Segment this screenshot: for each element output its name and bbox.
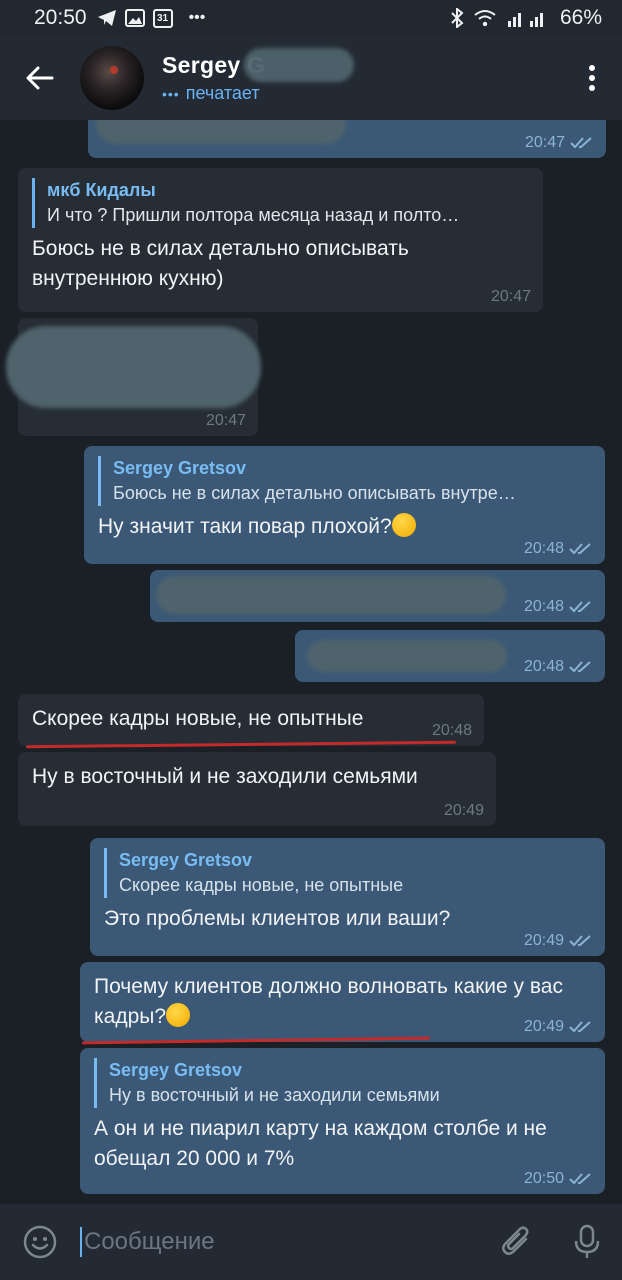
microphone-button[interactable] [552,1224,622,1260]
message-outgoing[interactable]: Sergey Gretsov Ну в восточный и не заход… [80,1048,605,1194]
double-check-icon [569,661,591,673]
double-check-icon [569,1021,591,1033]
redacted-blur [96,120,346,144]
reply-quote[interactable]: мкб Кидалы И что ? Пришли полтора месяца… [32,178,529,228]
reply-author: Sergey Gretsov [109,1060,243,1080]
attach-button[interactable] [482,1225,552,1259]
arrow-left-icon [26,66,54,90]
typing-dots-icon: ••• [162,85,180,102]
telegram-icon [97,10,116,26]
reply-quote[interactable]: Sergey Gretsov Ну в восточный и не заход… [94,1058,591,1108]
typing-status: ••• печатает [162,83,265,104]
message-outgoing[interactable]: 20:47 [88,120,606,158]
contact-name: Sergey G [162,48,354,82]
message-list[interactable]: 20:47 мкб Кидалы И что ? Пришли полтора … [0,120,622,1204]
message-time: 20:47 [490,288,531,305]
system-icons: 66% [450,6,602,30]
message-input[interactable]: Сообщение [80,1227,482,1257]
message-outgoing[interactable]: Sergey Gretsov Скорее кадры новые, не оп… [90,838,605,956]
message-time: 20:48 [523,540,564,557]
text-caret [80,1227,82,1257]
thinking-face-emoji [166,1003,191,1027]
message-time: 20:49 [523,1018,564,1035]
reply-text: И что ? Пришли полтора месяца назад и по… [47,205,460,225]
microphone-icon [574,1224,600,1258]
wifi-icon [474,10,496,27]
vertical-dots-icon [589,65,595,91]
battery-level: 66% [559,6,602,29]
bluetooth-icon [451,8,464,28]
calendar-icon: 31 [152,8,173,28]
more-dots-icon: ••• [188,9,206,26]
status-bar: 20:50 31 ••• 66% [0,0,622,36]
message-incoming[interactable]: мкб Кидалы И что ? Пришли полтора месяца… [18,168,543,312]
message-text: Ну в восточный и не заходили семьями [32,765,418,788]
message-time: 20:50 [523,1170,564,1187]
redacted-blur [6,326,261,408]
message-time: 20:47 [205,412,246,429]
notification-icons: 31 ••• [97,8,206,28]
message-time: 20:49 [523,932,564,949]
paperclip-icon [502,1226,529,1255]
double-check-icon [570,137,592,149]
message-time: 20:48 [523,598,564,615]
message-text: Боюсь не в силах детально описывать внут… [32,237,409,290]
message-incoming[interactable]: Ну в восточный и не заходили семьями 20:… [18,752,496,826]
redacted-name-blur [244,48,354,82]
message-outgoing[interactable]: 20:48 [295,630,605,682]
message-time: 20:47 [524,134,565,151]
message-text: Скорее кадры новые, не опытные [32,707,364,730]
emoji-button[interactable] [0,1225,80,1259]
message-time: 20:49 [443,802,484,819]
message-text: А он и не пиарил карту на каждом столбе … [94,1117,547,1170]
reply-text: Боюсь не в силах детально описывать внут… [113,483,516,503]
message-input-placeholder: Сообщение [84,1228,215,1255]
message-outgoing[interactable]: Sergey Gretsov Боюсь не в силах детально… [84,446,605,564]
typing-label: печатает [185,83,260,103]
double-check-icon [569,1173,591,1185]
redacted-blur [307,640,507,672]
message-text: Почему клиентов должно волновать какие у… [94,975,563,1028]
back-button[interactable] [0,36,80,120]
avatar[interactable] [80,46,144,110]
reply-author: мкб Кидалы [47,180,156,200]
signal-icon [507,13,543,27]
reply-quote[interactable]: Sergey Gretsov Боюсь не в силах детально… [98,456,591,506]
double-check-icon [569,543,591,555]
chat-header: Sergey G ••• печатает [0,36,622,120]
reply-text: Скорее кадры новые, не опытные [119,875,404,895]
more-menu-button[interactable] [562,36,622,120]
message-incoming[interactable]: 20:47 [6,318,261,436]
thinking-face-emoji [391,513,416,537]
smiley-icon [23,1225,57,1259]
message-time: 20:48 [523,658,564,675]
reply-quote[interactable]: Sergey Gretsov Скорее кадры новые, не оп… [104,848,591,898]
reply-author: Sergey Gretsov [119,850,253,870]
message-text: Это проблемы клиентов или ваши? [104,907,451,930]
message-composer: Сообщение [0,1204,622,1280]
reply-author: Sergey Gretsov [113,458,247,478]
message-time: 20:48 [431,722,472,739]
reply-text: Ну в восточный и не заходили семьями [109,1085,440,1105]
message-incoming[interactable]: Скорее кадры новые, не опытные 20:48 [18,694,484,746]
gallery-icon [124,9,145,27]
double-check-icon [569,935,591,947]
chat-title[interactable]: Sergey G ••• печатает [162,48,354,104]
redacted-blur [156,576,506,614]
double-check-icon [569,601,591,613]
message-text: Ну значит таки повар плохой? [98,512,591,542]
message-outgoing[interactable]: 20:48 [150,570,605,622]
message-outgoing[interactable]: Почему клиентов должно волновать какие у… [80,962,605,1042]
status-time: 20:50 [34,6,87,29]
